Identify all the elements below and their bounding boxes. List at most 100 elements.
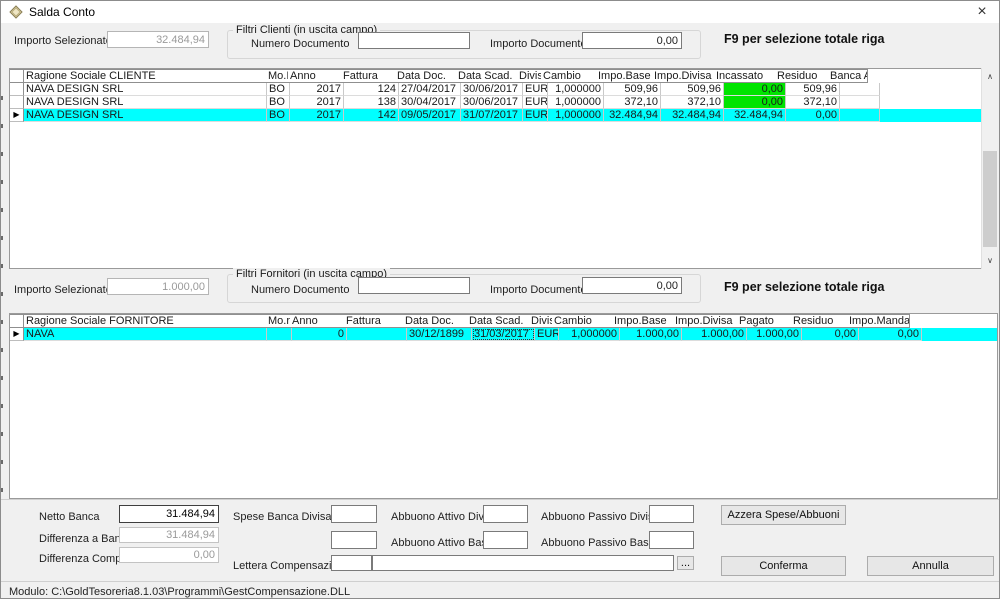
table-cell[interactable]: 30/12/1899 (407, 328, 472, 341)
table-cell[interactable]: NAVA DESIGN SRL (24, 96, 267, 109)
table-cell[interactable]: EUR (523, 96, 548, 109)
column-header[interactable]: Anno (290, 314, 345, 328)
table-cell[interactable]: 0,00 (724, 96, 786, 109)
table-cell[interactable]: 1.000,00 (682, 328, 747, 341)
table-cell[interactable]: 31/03/2017 (472, 328, 535, 341)
scroll-thumb[interactable] (983, 151, 997, 247)
table-cell[interactable]: 1,000000 (548, 96, 604, 109)
table-cell[interactable]: 1,000000 (548, 83, 604, 96)
abbuono-attivo-divisa-field[interactable] (483, 505, 528, 523)
table-cell[interactable]: BO (267, 83, 290, 96)
annulla-button[interactable]: Annulla (867, 556, 994, 576)
table-cell[interactable]: 0,00 (786, 109, 840, 122)
scroll-up-icon[interactable]: ∧ (982, 69, 998, 84)
table-cell[interactable]: 27/04/2017 (399, 83, 461, 96)
table-cell[interactable]: EUR (535, 328, 559, 341)
netto-banca-field[interactable] (119, 505, 219, 523)
table-row[interactable]: NAVA DESIGN SRLBO201712427/04/201730/06/… (10, 83, 997, 96)
fornitori-importo-documento-field[interactable] (582, 277, 682, 294)
abbuono-passivo-base-field[interactable] (649, 531, 694, 549)
differenza-banca-field[interactable] (119, 527, 219, 543)
column-header[interactable]: Impo.Divisa (673, 314, 738, 328)
column-header[interactable]: Cambio (541, 69, 597, 83)
table-cell[interactable]: 509,96 (661, 83, 724, 96)
table-cell[interactable]: 142 (344, 109, 399, 122)
table-cell[interactable]: 124 (344, 83, 399, 96)
table-cell[interactable] (840, 109, 880, 122)
column-header[interactable]: Divisa (517, 69, 542, 83)
column-header[interactable]: Data Scad. (456, 69, 518, 83)
azzera-spese-abbuoni-button[interactable]: Azzera Spese/Abbuoni (721, 505, 846, 525)
table-cell[interactable]: 1,000000 (559, 328, 620, 341)
table-cell[interactable]: 2017 (290, 83, 344, 96)
column-header[interactable]: Ragione Sociale FORNITORE (24, 314, 267, 328)
table-cell[interactable]: BO (267, 109, 290, 122)
table-cell[interactable]: 0,00 (802, 328, 859, 341)
clienti-importo-documento-field[interactable] (582, 32, 682, 49)
abbuono-attivo-base-field[interactable] (483, 531, 528, 549)
table-row[interactable]: ▶NAVA DESIGN SRLBO201714209/05/201731/07… (10, 109, 997, 122)
table-cell[interactable] (840, 83, 880, 96)
table-cell[interactable]: 372,10 (604, 96, 661, 109)
column-header[interactable]: Divisa (529, 314, 553, 328)
column-header[interactable]: Cambio (552, 314, 613, 328)
table-cell[interactable]: 09/05/2017 (399, 109, 461, 122)
fornitori-importo-selezionato-field[interactable] (107, 278, 209, 295)
column-header[interactable]: Anno (288, 69, 342, 83)
table-cell[interactable]: NAVA (24, 328, 267, 341)
table-cell[interactable]: 1.000,00 (747, 328, 802, 341)
table-cell[interactable]: 0 (292, 328, 347, 341)
table-row[interactable]: NAVA DESIGN SRLBO201713830/04/201730/06/… (10, 96, 997, 109)
table-cell[interactable]: EUR (523, 83, 548, 96)
differenza-compensazione-field[interactable] (119, 547, 219, 563)
lettera-browse-button[interactable]: ... (677, 556, 694, 570)
clienti-importo-selezionato-field[interactable] (107, 31, 209, 48)
column-header[interactable]: Data Doc. (403, 314, 468, 328)
table-cell[interactable]: 372,10 (661, 96, 724, 109)
clienti-numero-documento-field[interactable] (358, 32, 470, 49)
table-cell[interactable]: 2017 (290, 96, 344, 109)
table-cell[interactable]: 1,000000 (548, 109, 604, 122)
table-cell[interactable]: 30/04/2017 (399, 96, 461, 109)
table-cell[interactable]: 32.484,94 (661, 109, 724, 122)
column-header[interactable]: Mo.I. (266, 69, 289, 83)
table-cell[interactable]: 30/06/2017 (461, 96, 523, 109)
table-cell[interactable]: 509,96 (786, 83, 840, 96)
lettera-compensazione-text-field[interactable] (372, 555, 674, 571)
lettera-compensazione-code-field[interactable] (331, 555, 372, 571)
column-header[interactable]: Banca Ant. (828, 69, 868, 83)
column-header[interactable]: Fattura (344, 314, 404, 328)
clienti-grid-scrollbar[interactable]: ∧ ∨ (981, 68, 999, 269)
close-icon[interactable]: × (965, 1, 999, 23)
table-cell[interactable]: 372,10 (786, 96, 840, 109)
column-header[interactable]: Residuo (791, 314, 848, 328)
abbuono-passivo-divisa-field[interactable] (649, 505, 694, 523)
column-header[interactable]: Impo.Base (596, 69, 653, 83)
spese-banca-base-field[interactable] (331, 531, 377, 549)
fornitori-numero-documento-field[interactable] (358, 277, 470, 294)
table-cell[interactable]: 0,00 (859, 328, 922, 341)
table-cell[interactable]: 31/07/2017 (461, 109, 523, 122)
scroll-down-icon[interactable]: ∨ (982, 253, 998, 268)
table-cell[interactable]: NAVA DESIGN SRL (24, 83, 267, 96)
conferma-button[interactable]: Conferma (721, 556, 846, 576)
table-cell[interactable]: 32.484,94 (724, 109, 786, 122)
column-header[interactable]: Data Scad. (467, 314, 530, 328)
spese-banca-divisa-field[interactable] (331, 505, 377, 523)
column-header[interactable]: Residuo (775, 69, 829, 83)
table-cell[interactable] (840, 96, 880, 109)
column-header[interactable]: Fattura (341, 69, 396, 83)
column-header[interactable]: Impo.Divisa (652, 69, 715, 83)
column-header[interactable]: Impo.Mandato (847, 314, 910, 328)
column-header[interactable]: Mo.re (266, 314, 291, 328)
table-cell[interactable] (347, 328, 407, 341)
column-header[interactable]: Incassato (714, 69, 776, 83)
column-header[interactable]: Pagato (737, 314, 792, 328)
table-cell[interactable]: NAVA DESIGN SRL (24, 109, 267, 122)
table-cell[interactable]: 32.484,94 (604, 109, 661, 122)
table-cell[interactable]: 0,00 (724, 83, 786, 96)
table-cell[interactable]: 1.000,00 (620, 328, 682, 341)
column-header[interactable]: Data Doc. (395, 69, 457, 83)
table-cell[interactable]: 30/06/2017 (461, 83, 523, 96)
column-header[interactable]: Impo.Base (612, 314, 674, 328)
